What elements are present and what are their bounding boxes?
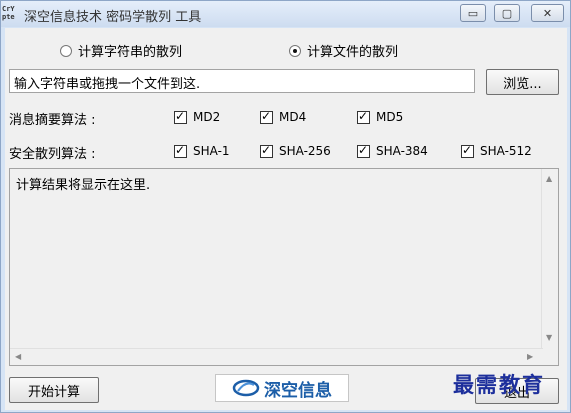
checkbox-md5-box[interactable] [357,109,370,124]
checkbox-sha1-label: SHA-1 [193,144,230,158]
checkbox-md2-label: MD2 [193,110,221,124]
checkbox-md4-label: MD4 [279,110,307,124]
checkbox-sha512[interactable]: SHA-512 [461,143,532,158]
checkbox-md2[interactable]: MD2 [174,109,221,124]
checkbox-sha384-label: SHA-384 [376,144,428,158]
close-button[interactable]: ✕ [531,4,564,22]
radio-string-label: 计算字符串的散列 [78,45,183,60]
checkbox-sha512-label: SHA-512 [480,144,532,158]
radio-file-label: 计算文件的散列 [307,45,399,60]
app-icon: CrY pte [2,5,20,23]
checkbox-sha384-box[interactable] [357,143,370,158]
minimize-button[interactable]: ▭ [460,4,486,22]
window-title: 深空信息技术 密码学散列 工具 [24,10,202,25]
checkbox-md2-box[interactable] [174,109,187,124]
checkbox-md5[interactable]: MD5 [357,109,404,124]
start-button[interactable]: 开始计算 [9,377,99,403]
radio-file-indicator[interactable] [289,44,301,57]
checkbox-sha256-label: SHA-256 [279,144,331,158]
checkbox-md4[interactable]: MD4 [260,109,307,124]
app-window: CrY pte 深空信息技术 密码学散列 工具 ▭ ▢ ✕ 计算字符串的散列 计… [0,0,571,413]
radio-string-indicator[interactable] [60,44,72,57]
checkbox-sha256[interactable]: SHA-256 [260,143,331,158]
logo-text: 深空信息 [264,380,332,401]
scroll-up-icon[interactable]: ▲ [546,174,552,183]
app-icon-line-2: pte [2,13,15,21]
input-field[interactable]: 输入字符串或拖拽一个文件到这. [9,69,475,93]
vertical-scrollbar[interactable]: ▲ ▼ [541,169,558,349]
checkbox-sha384[interactable]: SHA-384 [357,143,428,158]
maximize-icon: ▢ [501,6,513,20]
maximize-button[interactable]: ▢ [494,4,520,22]
browse-button[interactable]: 浏览... [486,69,559,95]
sha-label: 安全散列算法 : [9,147,96,162]
client-area: 计算字符串的散列 计算文件的散列 输入字符串或拖拽一个文件到这. 浏览... 消… [5,28,567,410]
result-textarea[interactable]: 计算结果将显示在这里. ▲ ▼ ◀ ▶ [9,168,559,366]
result-text: 计算结果将显示在这里. [16,178,151,193]
minimize-icon: ▭ [467,6,479,20]
swirl-logo-icon [232,379,260,397]
title-bar[interactable]: CrY pte 深空信息技术 密码学散列 工具 ▭ ▢ ✕ [1,1,570,27]
radio-file-mode[interactable]: 计算文件的散列 [289,41,398,60]
radio-string-mode[interactable]: 计算字符串的散列 [60,41,182,60]
scroll-left-icon[interactable]: ◀ [15,352,21,361]
scroll-down-icon[interactable]: ▼ [546,333,552,342]
digest-label: 消息摘要算法 : [9,113,96,128]
app-icon-line-1: CrY [2,5,15,13]
checkbox-sha256-box[interactable] [260,143,273,158]
watermark-text: 最需教育 [453,372,545,397]
close-icon: ✕ [542,6,553,20]
scroll-right-icon[interactable]: ▶ [527,352,533,361]
checkbox-md4-box[interactable] [260,109,273,124]
checkbox-sha512-box[interactable] [461,143,474,158]
checkbox-sha1[interactable]: SHA-1 [174,143,230,158]
checkbox-sha1-box[interactable] [174,143,187,158]
horizontal-scrollbar[interactable]: ◀ ▶ [10,348,543,365]
checkbox-md5-label: MD5 [376,110,404,124]
brand-logo: 深空信息 [215,374,349,402]
